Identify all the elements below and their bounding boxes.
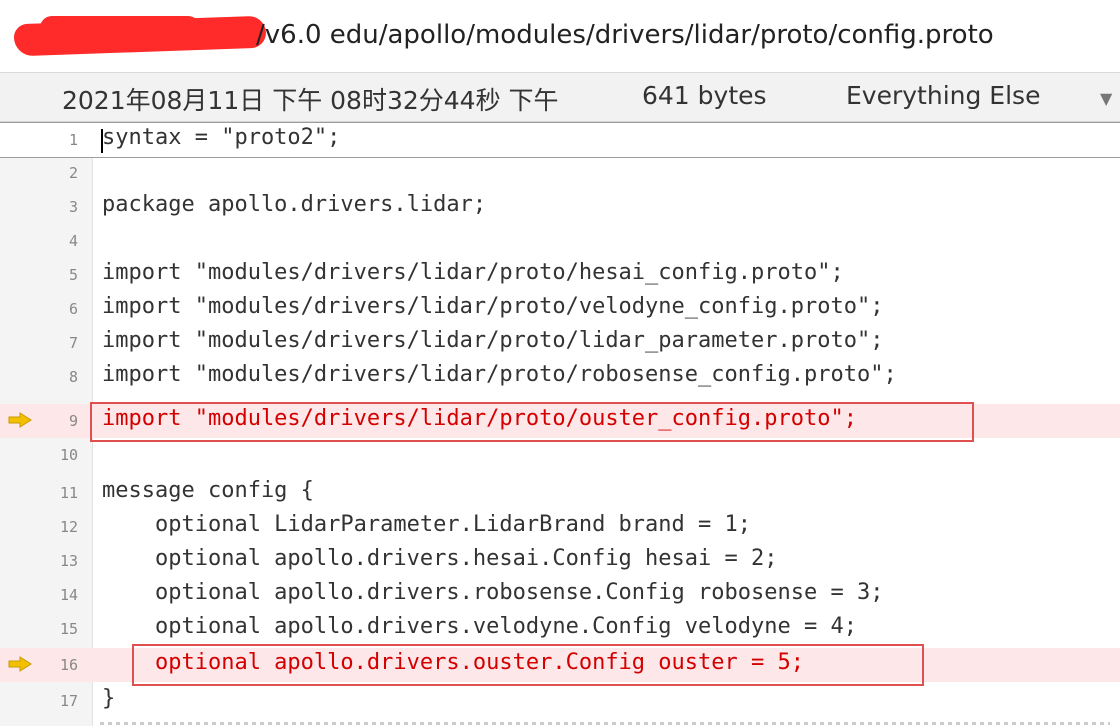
line-number: 2	[68, 164, 78, 182]
annotation-box	[90, 402, 974, 442]
code-line[interactable]: 6 import "modules/drivers/lidar/proto/ve…	[0, 292, 1120, 326]
path-bar: /v6.0 edu/apollo/modules/drivers/lidar/p…	[0, 0, 1120, 73]
line-number: 15	[59, 620, 78, 638]
code-text: import "modules/drivers/lidar/proto/velo…	[102, 294, 884, 319]
line-number: 13	[59, 552, 78, 570]
line-number: 10	[59, 446, 78, 464]
line-number: 16	[59, 656, 78, 674]
code-line[interactable]: 17 }	[0, 684, 1120, 718]
line-number: 9	[68, 412, 78, 430]
file-size: 641 bytes	[642, 81, 767, 110]
line-number: 17	[59, 692, 78, 710]
code-text: optional LidarParameter.LidarBrand brand…	[102, 512, 752, 537]
code-text: optional apollo.drivers.hesai.Config hes…	[102, 546, 778, 571]
code-editor[interactable]: 1 syntax = "proto2"; 2 3 package apollo.…	[0, 122, 1120, 726]
line-number: 1	[68, 131, 78, 149]
line-number: 8	[68, 368, 78, 386]
code-text: import "modules/drivers/lidar/proto/hesa…	[102, 260, 844, 285]
line-number: 3	[68, 198, 78, 216]
line-number: 11	[59, 484, 78, 502]
code-line[interactable]: 8 import "modules/drivers/lidar/proto/ro…	[0, 360, 1120, 394]
code-text: optional apollo.drivers.velodyne.Config …	[102, 614, 857, 639]
code-text: message config {	[102, 478, 314, 503]
file-path: /v6.0 edu/apollo/modules/drivers/lidar/p…	[256, 20, 994, 50]
code-text: import "modules/drivers/lidar/proto/lida…	[102, 328, 884, 353]
line-number: 7	[68, 334, 78, 352]
line-number: 14	[59, 586, 78, 604]
code-line[interactable]: 14 optional apollo.drivers.robosense.Con…	[0, 578, 1120, 612]
text-cursor	[101, 129, 103, 153]
wavy-border	[100, 722, 1110, 725]
annotation-box	[132, 644, 924, 686]
modified-timestamp: 2021年08月11日 下午 08时32分44秒 下午	[62, 86, 559, 115]
code-line[interactable]: 13 optional apollo.drivers.hesai.Config …	[0, 544, 1120, 578]
code-line[interactable]: 12 optional LidarParameter.LidarBrand br…	[0, 510, 1120, 544]
code-line[interactable]: 1 syntax = "proto2";	[0, 122, 1120, 158]
code-line[interactable]: 5 import "modules/drivers/lidar/proto/he…	[0, 258, 1120, 292]
code-line[interactable]: 7 import "modules/drivers/lidar/proto/li…	[0, 326, 1120, 360]
file-type-selector[interactable]: Everything Else	[846, 81, 1040, 110]
code-line[interactable]: 11 message config {	[0, 476, 1120, 510]
line-number: 4	[68, 232, 78, 250]
code-text: syntax = "proto2";	[102, 125, 341, 150]
file-info-bar: 2021年08月11日 下午 08时32分44秒 下午 641 bytes Ev…	[0, 73, 1120, 122]
code-line[interactable]: 10	[0, 438, 1120, 472]
code-text: optional apollo.drivers.robosense.Config…	[102, 580, 884, 605]
code-line[interactable]: 4	[0, 224, 1120, 258]
redaction-mark	[40, 16, 200, 40]
code-text: }	[102, 686, 116, 711]
code-text: import "modules/drivers/lidar/proto/robo…	[102, 362, 897, 387]
line-number: 6	[68, 300, 78, 318]
chevron-down-icon[interactable]: ▼	[1100, 89, 1112, 108]
code-line[interactable]: 3 package apollo.drivers.lidar;	[0, 190, 1120, 224]
line-number: 12	[59, 518, 78, 536]
code-line[interactable]: 2	[0, 156, 1120, 190]
code-line[interactable]: 15 optional apollo.drivers.velodyne.Conf…	[0, 612, 1120, 646]
code-text: package apollo.drivers.lidar;	[102, 192, 487, 217]
line-number: 5	[68, 266, 78, 284]
